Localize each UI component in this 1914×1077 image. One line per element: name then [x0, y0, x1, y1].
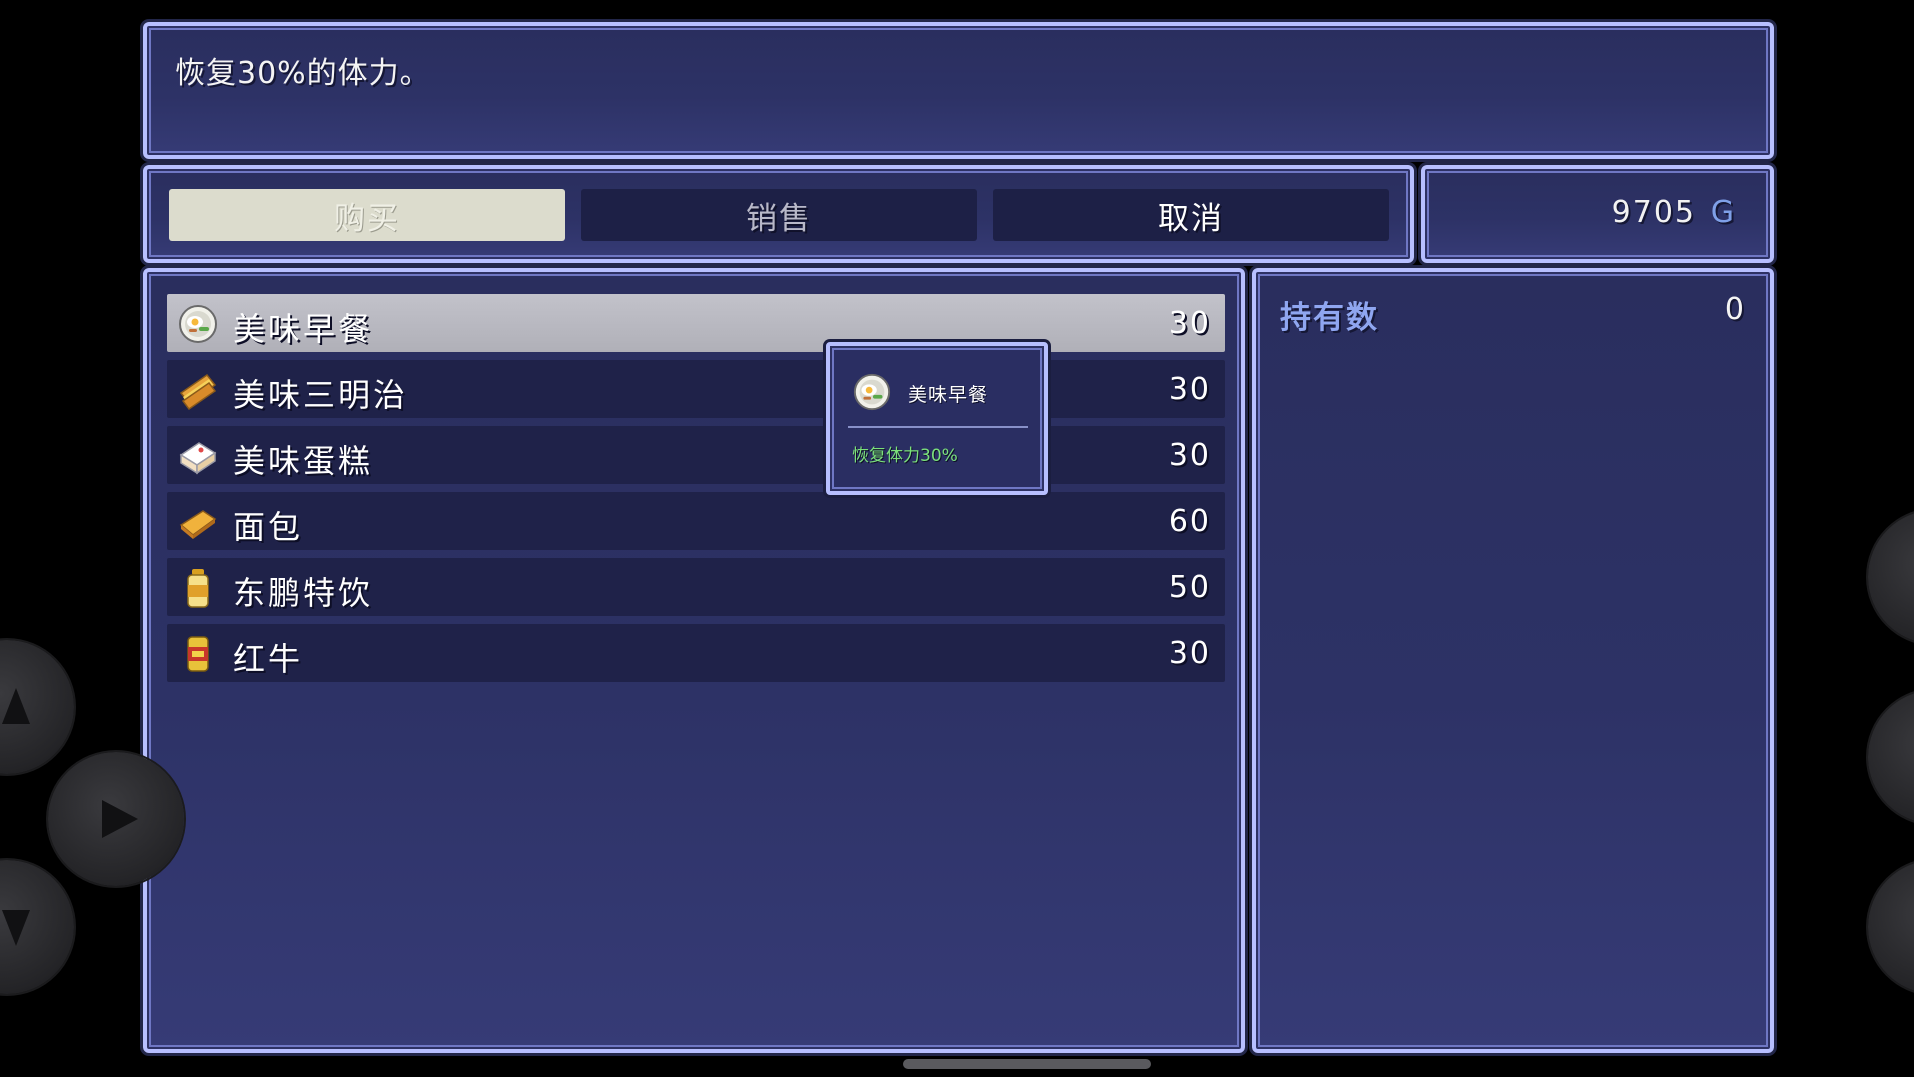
- item-price: 30: [1168, 438, 1211, 473]
- buy-command[interactable]: 购买: [169, 189, 565, 241]
- gold-window: 9705 G: [1421, 165, 1774, 263]
- energy-drink-bottle-icon: [187, 569, 209, 608]
- up-arrow-icon: [2, 688, 30, 724]
- action-button-a[interactable]: [1868, 510, 1914, 644]
- home-indicator[interactable]: [903, 1059, 1151, 1069]
- shop-item-row[interactable]: 东鹏特饮 50: [167, 558, 1225, 616]
- help-window: 恢复30%的体力。: [143, 22, 1774, 159]
- shop-item-row[interactable]: 美味蛋糕 30: [167, 426, 1225, 484]
- right-arrow-icon: [102, 800, 138, 838]
- owned-count-label: 持有数: [1280, 300, 1379, 336]
- item-name: 面包: [233, 508, 304, 546]
- shop-item-row[interactable]: 面包 60: [167, 492, 1225, 550]
- dpad-up-button[interactable]: [0, 640, 74, 774]
- cancel-command[interactable]: 取消: [993, 189, 1389, 241]
- gold-unit: G: [1710, 195, 1734, 230]
- shop-status-window: 持有数 0: [1252, 268, 1774, 1053]
- sandwich-icon: [179, 373, 217, 411]
- item-name: 红牛: [233, 640, 304, 678]
- tooltip-description: 恢复体力30%: [852, 446, 958, 466]
- item-price: 30: [1168, 306, 1211, 341]
- dpad-down-button[interactable]: [0, 860, 74, 994]
- item-tooltip: 美味早餐 恢复体力30%: [826, 342, 1048, 495]
- tooltip-divider: [848, 426, 1028, 428]
- item-name: 美味三明治: [233, 376, 409, 414]
- shop-item-row[interactable]: 美味早餐 30: [167, 294, 1225, 352]
- energy-drink-can-icon: [187, 636, 209, 672]
- tooltip-item-name: 美味早餐: [908, 384, 989, 406]
- command-window: 购买 销售 取消: [143, 165, 1414, 263]
- down-arrow-icon: [2, 910, 30, 946]
- help-text: 恢复30%的体力。: [175, 56, 431, 91]
- shop-item-row[interactable]: 美味三明治 30: [167, 360, 1225, 418]
- item-price: 60: [1168, 504, 1211, 539]
- item-name: 美味蛋糕: [233, 442, 374, 480]
- sell-command[interactable]: 销售: [581, 189, 977, 241]
- shop-item-row[interactable]: 红牛 30: [167, 624, 1225, 682]
- item-price: 30: [1168, 636, 1211, 671]
- item-name: 美味早餐: [233, 310, 374, 348]
- shop-item-list: 美味早餐 30 美味三明治 30 美味蛋糕 30 面包 60 东鹏特饮 50 红…: [143, 268, 1245, 1053]
- item-price: 30: [1168, 372, 1211, 407]
- gold-amount: 9705: [1611, 195, 1696, 230]
- item-price: 50: [1168, 570, 1211, 605]
- action-button-b[interactable]: [1868, 690, 1914, 824]
- game-screen: 恢复30%的体力。 购买 销售 取消 9705 G 美味早餐 30 美味三明治 …: [0, 0, 1914, 1077]
- breakfast-plate-icon: [179, 305, 217, 343]
- item-name: 东鹏特饮: [233, 574, 374, 612]
- bread-icon: [179, 510, 217, 539]
- cake-icon: [179, 442, 217, 475]
- breakfast-plate-icon: [853, 373, 891, 411]
- action-button-c[interactable]: [1868, 860, 1914, 994]
- dpad-right-button[interactable]: [48, 752, 184, 886]
- owned-count-value: 0: [1724, 292, 1744, 327]
